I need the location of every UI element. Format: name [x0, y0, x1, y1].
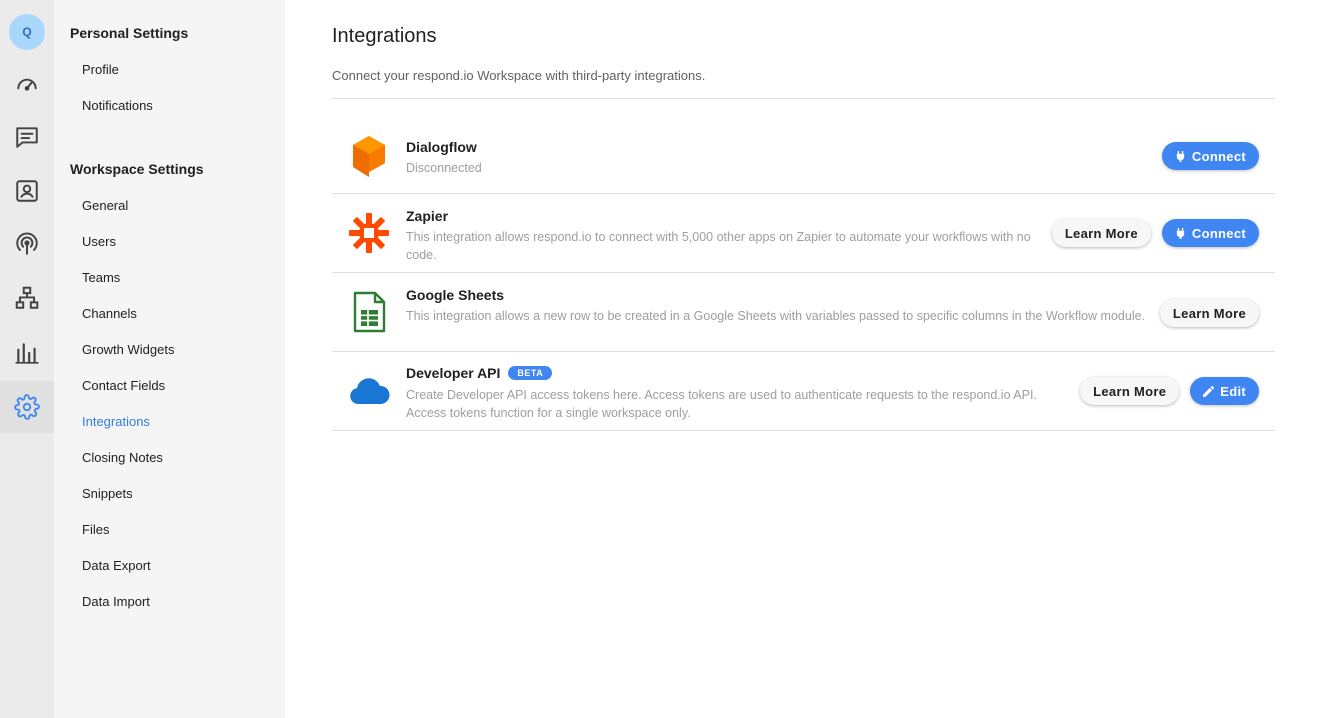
sidebar-item-closing-notes[interactable]: Closing Notes: [82, 450, 163, 465]
integration-title: Dialogflow: [406, 139, 477, 155]
reports-icon[interactable]: [0, 327, 54, 379]
page-title: Integrations: [332, 25, 437, 47]
sidebar-item-notifications[interactable]: Notifications: [82, 98, 153, 113]
messages-icon[interactable]: [0, 111, 54, 163]
icon-rail: Q: [0, 0, 54, 718]
integration-row-zapier: Zapier This integration allows respond.i…: [332, 194, 1275, 273]
integration-title: Developer API BETA: [406, 365, 553, 381]
integration-row-dialogflow: Dialogflow Disconnected Connect: [332, 115, 1275, 194]
sidebar-item-general[interactable]: General: [82, 198, 128, 213]
plug-icon: [1176, 227, 1185, 239]
sidebar-item-data-import[interactable]: Data Import: [82, 594, 150, 609]
beta-badge: BETA: [508, 366, 553, 380]
developer-api-learn-more-button[interactable]: Learn More: [1080, 377, 1180, 405]
workspace-settings-heading: Workspace Settings: [70, 161, 204, 177]
avatar[interactable]: Q: [9, 14, 45, 50]
workflows-icon[interactable]: [0, 272, 54, 324]
integration-title: Google Sheets: [406, 287, 505, 303]
integration-row-google-sheets: Google Sheets This integration allows a …: [332, 273, 1275, 352]
settings-gear-icon[interactable]: [0, 381, 54, 433]
contacts-icon[interactable]: [0, 165, 54, 217]
integration-title: Zapier: [406, 208, 449, 224]
broadcast-icon[interactable]: [0, 218, 54, 270]
dashboard-gauge-icon[interactable]: [0, 58, 54, 110]
settings-sidebar: Personal Settings Profile Notifications …: [54, 0, 285, 718]
sidebar-item-contact-fields[interactable]: Contact Fields: [82, 378, 165, 393]
integration-row-developer-api: Developer API BETA Create Developer API …: [332, 352, 1275, 431]
zapier-logo-icon: [346, 210, 392, 256]
sidebar-item-snippets[interactable]: Snippets: [82, 486, 133, 501]
dialogflow-connect-button[interactable]: Connect: [1161, 142, 1259, 170]
integration-name: Developer API: [406, 365, 501, 381]
zapier-connect-button[interactable]: Connect: [1161, 219, 1259, 247]
edit-label: Edit: [1220, 383, 1246, 399]
sidebar-item-integrations[interactable]: Integrations: [82, 414, 150, 429]
personal-settings-heading: Personal Settings: [70, 25, 189, 41]
cloud-api-logo-icon: [346, 368, 392, 414]
integration-status: Disconnected: [406, 161, 482, 175]
connect-label: Connect: [1191, 148, 1246, 164]
integration-description: Create Developer API access tokens here.…: [406, 388, 1037, 420]
sidebar-item-files[interactable]: Files: [82, 522, 109, 537]
google-sheets-learn-more-button[interactable]: Learn More: [1159, 299, 1259, 327]
sidebar-item-data-export[interactable]: Data Export: [82, 558, 151, 573]
sidebar-item-teams[interactable]: Teams: [82, 270, 120, 285]
page-subtitle: Connect your respond.io Workspace with t…: [332, 68, 706, 83]
dialogflow-logo-icon: [346, 132, 392, 178]
sidebar-item-profile[interactable]: Profile: [82, 62, 119, 77]
pencil-icon: [1203, 385, 1215, 397]
plug-icon: [1176, 150, 1185, 162]
integration-description: This integration allows respond.io to co…: [406, 230, 1031, 262]
header-divider: [332, 98, 1275, 99]
google-sheets-logo-icon: [346, 289, 392, 335]
connect-label: Connect: [1191, 225, 1246, 241]
sidebar-item-growth-widgets[interactable]: Growth Widgets: [82, 342, 174, 357]
sidebar-item-users[interactable]: Users: [82, 234, 116, 249]
developer-api-edit-button[interactable]: Edit: [1190, 377, 1259, 405]
sidebar-item-channels[interactable]: Channels: [82, 306, 137, 321]
zapier-learn-more-button[interactable]: Learn More: [1051, 219, 1151, 247]
integration-description: This integration allows a new row to be …: [406, 309, 1146, 323]
